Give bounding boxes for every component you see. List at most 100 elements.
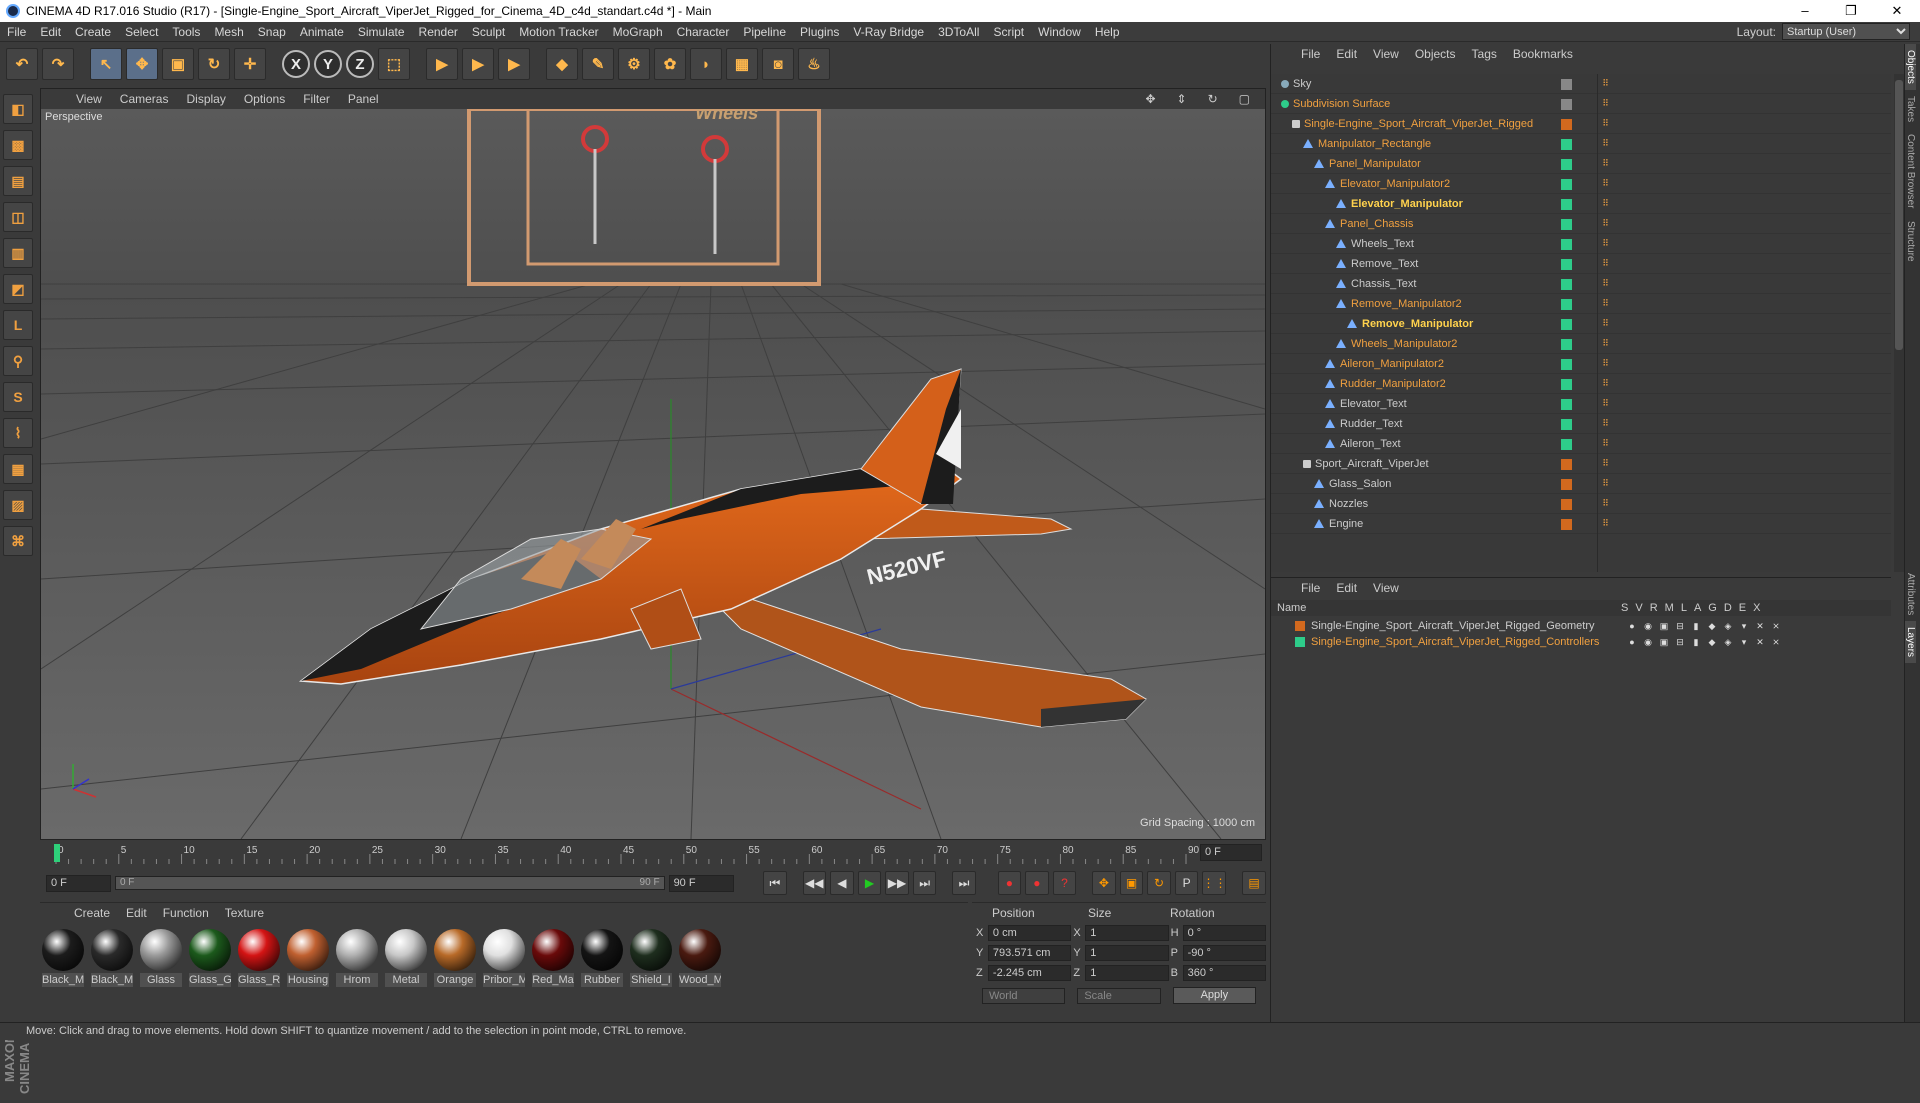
start-frame-field[interactable]: 0 F — [46, 874, 111, 892]
layer-color-swatch[interactable] — [1561, 419, 1572, 430]
layer-menu-file[interactable]: File — [1293, 581, 1328, 595]
layer-color-swatch[interactable] — [1561, 519, 1572, 530]
tag-icon[interactable]: ⠿ — [1599, 317, 1612, 330]
object-name[interactable]: Sky — [1293, 78, 1311, 90]
object-name[interactable]: Rudder_Text — [1340, 418, 1402, 430]
light-button[interactable]: ♨ — [798, 48, 830, 80]
layer-toggle-icon[interactable]: ⨯ — [1771, 637, 1781, 647]
object-tree-row[interactable]: Engine ⠿ — [1271, 514, 1891, 534]
menu-3dtoall[interactable]: 3DToAll — [931, 25, 986, 39]
object-tree-row[interactable]: Wheels_Manipulator2 ⠿ — [1271, 334, 1891, 354]
tag-icon[interactable]: ⠿ — [1599, 357, 1612, 370]
menu-animate[interactable]: Animate — [293, 25, 351, 39]
obj-menu-bookmarks[interactable]: Bookmarks — [1505, 47, 1581, 61]
object-name[interactable]: Panel_Manipulator — [1329, 158, 1421, 170]
layer-color-swatch[interactable] — [1561, 359, 1572, 370]
tag-icon[interactable]: ⠿ — [1599, 177, 1612, 190]
perspective-viewport[interactable]: View Cameras Display Options Filter Pane… — [40, 88, 1266, 840]
viewport-menu-view[interactable]: View — [67, 92, 111, 106]
position-x-field[interactable]: 0 cm — [987, 925, 1072, 941]
grid-snap-icon[interactable]: ▦ — [3, 454, 33, 484]
menu-tools[interactable]: Tools — [165, 25, 207, 39]
layer-name[interactable]: Single-Engine_Sport_Aircraft_ViperJet_Ri… — [1311, 636, 1599, 648]
layer-column-header[interactable]: E — [1739, 602, 1746, 614]
object-tree[interactable]: Sky ⠿ Subdivision Surface ⠿ Single-Engine_Sp… — [1271, 74, 1891, 572]
position-y-field[interactable]: 793.571 cm — [987, 945, 1072, 961]
object-tree-row[interactable]: Panel_Manipulator ⠿ — [1271, 154, 1891, 174]
play-button[interactable]: ▶ — [857, 871, 882, 895]
layer-column-header[interactable]: X — [1753, 602, 1760, 614]
prev-frame-button[interactable]: ◀ — [830, 871, 854, 895]
menu-vray-bridge[interactable]: V-Ray Bridge — [846, 25, 931, 39]
object-tree-scrollbar[interactable] — [1894, 74, 1904, 572]
key-scale-button[interactable]: ▣ — [1119, 871, 1144, 895]
layer-toggle-icon[interactable]: ◉ — [1643, 621, 1653, 631]
minimize-button[interactable]: – — [1782, 0, 1828, 22]
object-name[interactable]: Panel_Chassis — [1340, 218, 1413, 230]
material-swatch[interactable]: Black_M — [42, 929, 84, 987]
timeline-ruler[interactable]: 0 5 10 15 20 25 30 35 40 45 50 55 60 65 70 75 80 85 90 0 F — [40, 842, 1266, 864]
viewport-menu-panel[interactable]: Panel — [339, 92, 388, 106]
layer-color-swatch[interactable] — [1561, 499, 1572, 510]
tag-icon[interactable]: ⠿ — [1599, 397, 1612, 410]
object-name[interactable]: Rudder_Manipulator2 — [1340, 378, 1446, 390]
workplane-icon[interactable]: ▤ — [3, 166, 33, 196]
menu-mesh[interactable]: Mesh — [207, 25, 250, 39]
preview-range-slider[interactable]: 0 F 90 F — [114, 876, 665, 890]
apply-button[interactable]: Apply — [1172, 987, 1256, 1004]
object-name[interactable]: Remove_Text — [1351, 258, 1418, 270]
obj-menu-tags[interactable]: Tags — [1464, 47, 1505, 61]
layer-column-header[interactable]: L — [1681, 602, 1687, 614]
z-axis-button[interactable]: Z — [346, 50, 374, 78]
layer-color-swatch[interactable] — [1561, 259, 1572, 270]
cube-object-button[interactable]: ◆ — [546, 48, 578, 80]
menu-script[interactable]: Script — [986, 25, 1031, 39]
material-swatch[interactable]: Glass_R — [238, 929, 280, 987]
layer-column-header[interactable]: V — [1635, 602, 1642, 614]
tag-icon[interactable]: ⠿ — [1599, 97, 1612, 110]
layer-color-swatch[interactable] — [1561, 99, 1572, 110]
layer-toggle-icon[interactable]: ▾ — [1739, 637, 1749, 647]
move-tool-button[interactable]: ✥ — [126, 48, 158, 80]
obj-menu-edit[interactable]: Edit — [1328, 47, 1365, 61]
object-tree-row[interactable]: Nozzles ⠿ — [1271, 494, 1891, 514]
menu-select[interactable]: Select — [118, 25, 165, 39]
layer-name[interactable]: Single-Engine_Sport_Aircraft_ViperJet_Ri… — [1311, 620, 1595, 632]
object-tree-row[interactable]: Rudder_Manipulator2 ⠿ — [1271, 374, 1891, 394]
layer-color-swatch[interactable] — [1561, 239, 1572, 250]
scale-dropdown[interactable]: Scale — [1077, 987, 1161, 1004]
object-name[interactable]: Remove_Manipulator2 — [1351, 298, 1462, 310]
viewport-rotate-icon[interactable]: ↻ — [1199, 92, 1227, 106]
object-name[interactable]: Remove_Manipulator — [1362, 318, 1473, 330]
layer-column-header[interactable]: D — [1724, 602, 1732, 614]
undo-button[interactable]: ↶ — [6, 48, 38, 80]
object-name[interactable]: Wheels_Manipulator2 — [1351, 338, 1457, 350]
rotation-b-field[interactable]: 360 ° — [1182, 965, 1266, 981]
object-tree-row[interactable]: Elevator_Text ⠿ — [1271, 394, 1891, 414]
menu-mograph[interactable]: MoGraph — [606, 25, 670, 39]
object-name[interactable]: Glass_Salon — [1329, 478, 1391, 490]
next-frame-button[interactable]: ▶▶ — [885, 871, 909, 895]
layer-toggle-icon[interactable]: ✕ — [1755, 637, 1765, 647]
object-name[interactable]: Elevator_Manipulator2 — [1340, 178, 1450, 190]
obj-menu-view[interactable]: View — [1365, 47, 1407, 61]
object-tree-row[interactable]: Sky ⠿ — [1271, 74, 1891, 94]
current-frame-field[interactable]: 0 F — [1200, 844, 1262, 861]
object-name[interactable]: Manipulator_Rectangle — [1318, 138, 1431, 150]
layer-color-swatch[interactable] — [1295, 636, 1305, 647]
size-y-field[interactable]: 1 — [1085, 945, 1169, 961]
y-axis-button[interactable]: Y — [314, 50, 342, 78]
mograph-cloner-button[interactable]: ✿ — [654, 48, 686, 80]
object-name[interactable]: Aileron_Manipulator2 — [1340, 358, 1444, 370]
menu-motion-tracker[interactable]: Motion Tracker — [512, 25, 605, 39]
tag-icon[interactable]: ⠿ — [1599, 257, 1612, 270]
layer-column-header[interactable]: A — [1694, 602, 1701, 614]
object-name[interactable]: Elevator_Text — [1340, 398, 1407, 410]
coordinate-system-button[interactable]: ⬚ — [378, 48, 410, 80]
redo-button[interactable]: ↷ — [42, 48, 74, 80]
layer-color-swatch[interactable] — [1561, 159, 1572, 170]
rotate-tool-button[interactable]: ↻ — [198, 48, 230, 80]
layer-toggle-icon[interactable]: ◈ — [1723, 621, 1733, 631]
timeline-ticks[interactable]: 0 5 10 15 20 25 30 35 40 45 50 55 60 65 70 75 80 85 90 — [52, 842, 1202, 864]
axis-mode-icon[interactable]: L — [3, 310, 33, 340]
